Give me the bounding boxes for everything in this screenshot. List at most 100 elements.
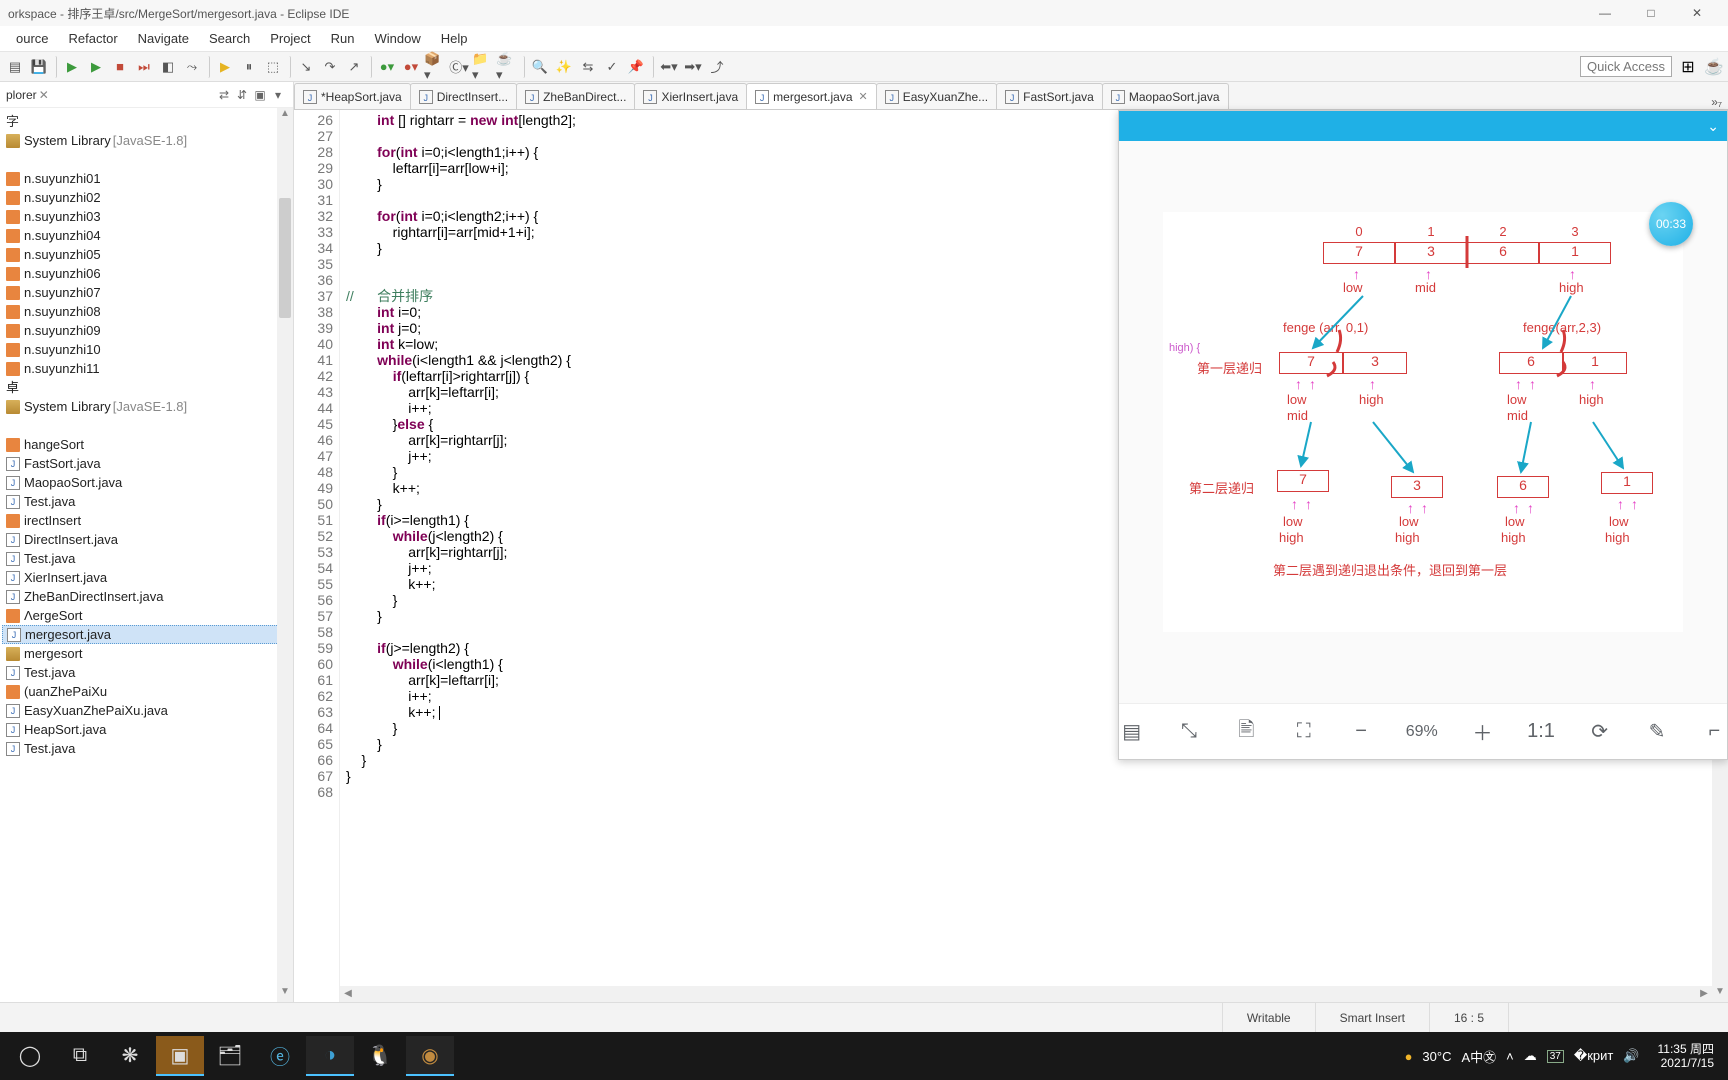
tool-folder[interactable]: 📁▾	[472, 56, 494, 78]
scroll-up-icon[interactable]: ▲	[277, 108, 293, 124]
editor-hscrollbar[interactable]: ◀ ▶	[340, 986, 1712, 1002]
tree-item[interactable]: n.suyunzhi01	[2, 169, 293, 188]
chevron-down-icon[interactable]: ⌄	[1707, 118, 1719, 135]
app-eclipse[interactable]: ◉	[406, 1036, 454, 1076]
tray-up-icon[interactable]: ˄	[1506, 1049, 1514, 1064]
tree-item[interactable]: hangeSort	[2, 435, 293, 454]
tool-open[interactable]: ●▾	[376, 56, 398, 78]
tool-newjava[interactable]: ☕▾	[496, 56, 518, 78]
tool-stepinto[interactable]: ↘	[295, 56, 317, 78]
tree-item[interactable]: JTest.java	[2, 739, 293, 758]
editor-tab[interactable]: JMaopaoSort.java	[1102, 83, 1229, 109]
app-explorer[interactable]: 🗂	[206, 1036, 254, 1076]
tray-clock[interactable]: 11:35 周四 2021/7/15	[1650, 1042, 1722, 1070]
tree-item[interactable]: n.suyunzhi10	[2, 340, 293, 359]
menu-project[interactable]: Project	[260, 29, 320, 48]
tool-task[interactable]: ✓	[601, 56, 623, 78]
tree-item[interactable]: Jmergesort.java	[2, 625, 293, 644]
tool-resume[interactable]: ▶	[214, 56, 236, 78]
task-view[interactable]: ⧉	[56, 1036, 104, 1076]
menu-window[interactable]: Window	[365, 29, 431, 48]
menu-navigate[interactable]: Navigate	[128, 29, 199, 48]
editor-tab[interactable]: JDirectInsert...	[410, 83, 517, 109]
tool-stepreturn[interactable]: ↗	[343, 56, 365, 78]
tool-toggle[interactable]: ⇆	[577, 56, 599, 78]
viewer-actual-icon[interactable]: 1:1	[1527, 716, 1555, 748]
tree-item[interactable]: JMaopaoSort.java	[2, 473, 293, 492]
explorer-close[interactable]: ✕	[39, 88, 49, 102]
start-button[interactable]: ◯	[6, 1036, 54, 1076]
tool-search2[interactable]: 🔍	[529, 56, 551, 78]
tree-item[interactable]: n.suyunzhi07	[2, 283, 293, 302]
explorer-menu[interactable]: ▾	[269, 88, 287, 102]
tree-item[interactable]: System Library[JavaSE-1.8]	[2, 131, 293, 150]
tree-item[interactable]	[2, 416, 293, 435]
app-obs[interactable]: ❋	[106, 1036, 154, 1076]
tool-coverage[interactable]: ◧	[157, 56, 179, 78]
explorer-link[interactable]: ⇵	[233, 88, 251, 102]
scroll-down-icon[interactable]: ▼	[277, 986, 293, 1002]
tree-item[interactable]: JEasyXuanZhePaiXu.java	[2, 701, 293, 720]
viewer-zoom-out[interactable]: −	[1348, 716, 1373, 748]
viewer-rotate-icon[interactable]: ⟳	[1587, 716, 1612, 748]
tool-stepover[interactable]: ↷	[319, 56, 341, 78]
perspective-java[interactable]: ☕	[1704, 57, 1724, 77]
viewer-edit-icon[interactable]: ✎	[1644, 716, 1669, 748]
tree-item[interactable]: n.suyunzhi04	[2, 226, 293, 245]
app-ie[interactable]: ⓔ	[256, 1036, 304, 1076]
tool-ext[interactable]: ●▾	[400, 56, 422, 78]
tool-terminate[interactable]: ⬚	[262, 56, 284, 78]
editor-tab[interactable]: JXierInsert.java	[634, 83, 747, 109]
tree-item[interactable]: (uanZhePaiXu	[2, 682, 293, 701]
quick-access[interactable]: Quick Access	[1580, 56, 1672, 77]
scroll-left-icon[interactable]: ◀	[340, 986, 356, 1002]
tree-item[interactable]: JDirectInsert.java	[2, 530, 293, 549]
tabs-overflow[interactable]: »₇	[1705, 95, 1728, 109]
tree-item[interactable]: System Library[JavaSE-1.8]	[2, 397, 293, 416]
perspective-open[interactable]: ⊞	[1678, 57, 1698, 77]
tree-item[interactable]: JFastSort.java	[2, 454, 293, 473]
tool-debug[interactable]: ▶	[61, 56, 83, 78]
tree-item[interactable]: JZheBanDirectInsert.java	[2, 587, 293, 606]
tool-new[interactable]: ▤	[4, 56, 26, 78]
menu-source[interactable]: ource	[6, 29, 59, 48]
viewer-zoom-in[interactable]: ＋	[1470, 716, 1495, 748]
menu-help[interactable]: Help	[431, 29, 478, 48]
tool-back[interactable]: ⬅▾	[658, 56, 680, 78]
menu-refactor[interactable]: Refactor	[59, 29, 128, 48]
tool-stop[interactable]: ■	[109, 56, 131, 78]
scroll-right-icon[interactable]: ▶	[1696, 986, 1712, 1002]
viewer-ocr-icon[interactable]: 🖹	[1234, 716, 1259, 748]
code-line[interactable]: }	[346, 768, 1712, 784]
system-tray[interactable]: ● 30°C A中㉆ ˄ ☁ 37 �крит 🔊	[1395, 1047, 1650, 1066]
tray-ime[interactable]: A中㉆	[1461, 1047, 1496, 1066]
tree-item[interactable]: JTest.java	[2, 549, 293, 568]
tool-pin[interactable]: 📌	[625, 56, 647, 78]
window-minimize[interactable]: —	[1582, 0, 1628, 26]
tree-item[interactable]: n.suyunzhi08	[2, 302, 293, 321]
tool-skip[interactable]: ⏭	[133, 56, 155, 78]
tree-item[interactable]: n.suyunzhi11	[2, 359, 293, 378]
editor-tab[interactable]: JEasyXuanZhe...	[876, 83, 997, 109]
editor-tab[interactable]: JZheBanDirect...	[516, 83, 635, 109]
tree-item[interactable]: n.suyunzhi09	[2, 321, 293, 340]
tool-wand[interactable]: ✨	[553, 56, 575, 78]
app-media[interactable]: ▣	[156, 1036, 204, 1076]
tray-sound-icon[interactable]: 🔊	[1623, 1048, 1639, 1064]
scroll-thumb[interactable]	[279, 198, 291, 318]
viewer-titlebar[interactable]: ⌄	[1119, 111, 1727, 141]
tray-wifi-icon[interactable]: �крит	[1574, 1048, 1613, 1064]
window-maximize[interactable]: □	[1628, 0, 1674, 26]
tree-item[interactable]: mergesort	[2, 644, 293, 663]
explorer-collapse[interactable]: ⇄	[215, 88, 233, 102]
explorer-focus[interactable]: ▣	[251, 88, 269, 102]
tray-cloud-icon[interactable]: ☁	[1524, 1048, 1537, 1064]
tool-class[interactable]: Ⓒ▾	[448, 56, 470, 78]
tree-item[interactable]: JXierInsert.java	[2, 568, 293, 587]
viewer-fit-icon[interactable]: ⛶	[1291, 716, 1316, 748]
window-close[interactable]: ✕	[1674, 0, 1720, 26]
tree-item[interactable]: JTest.java	[2, 492, 293, 511]
tree-item[interactable]: 卓	[2, 378, 293, 397]
tool-skipbp[interactable]: ⤳	[181, 56, 203, 78]
tray-battery[interactable]: 37	[1547, 1050, 1564, 1063]
